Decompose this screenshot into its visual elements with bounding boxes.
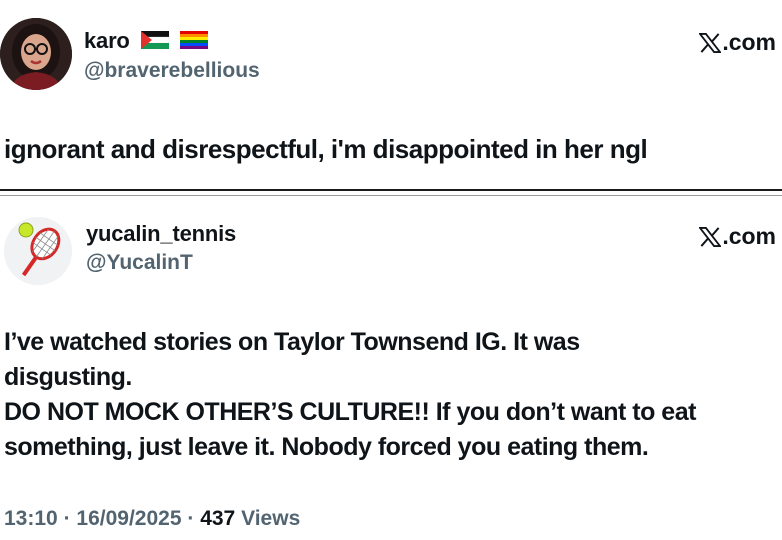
divider <box>0 195 782 196</box>
display-name-text: karo <box>84 28 130 53</box>
tweet-text: ignorant and disrespectful, i'm disappoi… <box>4 134 648 164</box>
tweet-time[interactable]: 13:10 <box>4 507 58 530</box>
x-logo-icon <box>699 32 722 53</box>
x-brand-link[interactable]: .com <box>699 223 776 250</box>
tweet-card-1: karo @braverebellious .com ignorant and … <box>0 0 782 186</box>
tweet-metadata: 13:10 · 16/09/2025 · 437 Views <box>4 507 300 531</box>
tweet-text-line: something, just leave it. Nobody forced … <box>4 433 649 461</box>
divider <box>0 189 782 191</box>
tennis-racket-icon <box>4 217 72 285</box>
display-name[interactable]: karo <box>84 28 208 54</box>
tweet-card-2: yucalin_tennis @YucalinT .com I’ve watch… <box>0 197 782 540</box>
tweet-text-line: disgusting. <box>4 363 132 391</box>
brand-text: .com <box>722 29 776 55</box>
x-brand-link[interactable]: .com <box>699 29 776 56</box>
tweet-text-line: DO NOT MOCK OTHER’S CULTURE!! If you don… <box>4 398 696 426</box>
user-handle[interactable]: @braverebellious <box>84 59 260 83</box>
avatar[interactable] <box>4 217 72 285</box>
user-photo-icon <box>0 18 72 90</box>
meta-separator: · <box>187 507 195 530</box>
views-label: Views <box>241 507 301 530</box>
meta-separator: · <box>63 507 71 530</box>
brand-text: .com <box>722 223 776 249</box>
avatar[interactable] <box>0 18 72 90</box>
x-logo-icon <box>699 226 722 247</box>
user-handle[interactable]: @YucalinT <box>86 251 193 275</box>
rainbow-flag-icon <box>179 31 208 50</box>
tweet-date[interactable]: 16/09/2025 <box>76 507 181 530</box>
palestine-flag-icon <box>140 31 169 50</box>
tweet-text: I’ve watched stories on Taylor Townsend … <box>4 325 782 465</box>
views-count: 437 <box>200 507 236 530</box>
tweet-text-line: I’ve watched stories on Taylor Townsend … <box>4 328 580 356</box>
display-name[interactable]: yucalin_tennis <box>86 221 236 247</box>
